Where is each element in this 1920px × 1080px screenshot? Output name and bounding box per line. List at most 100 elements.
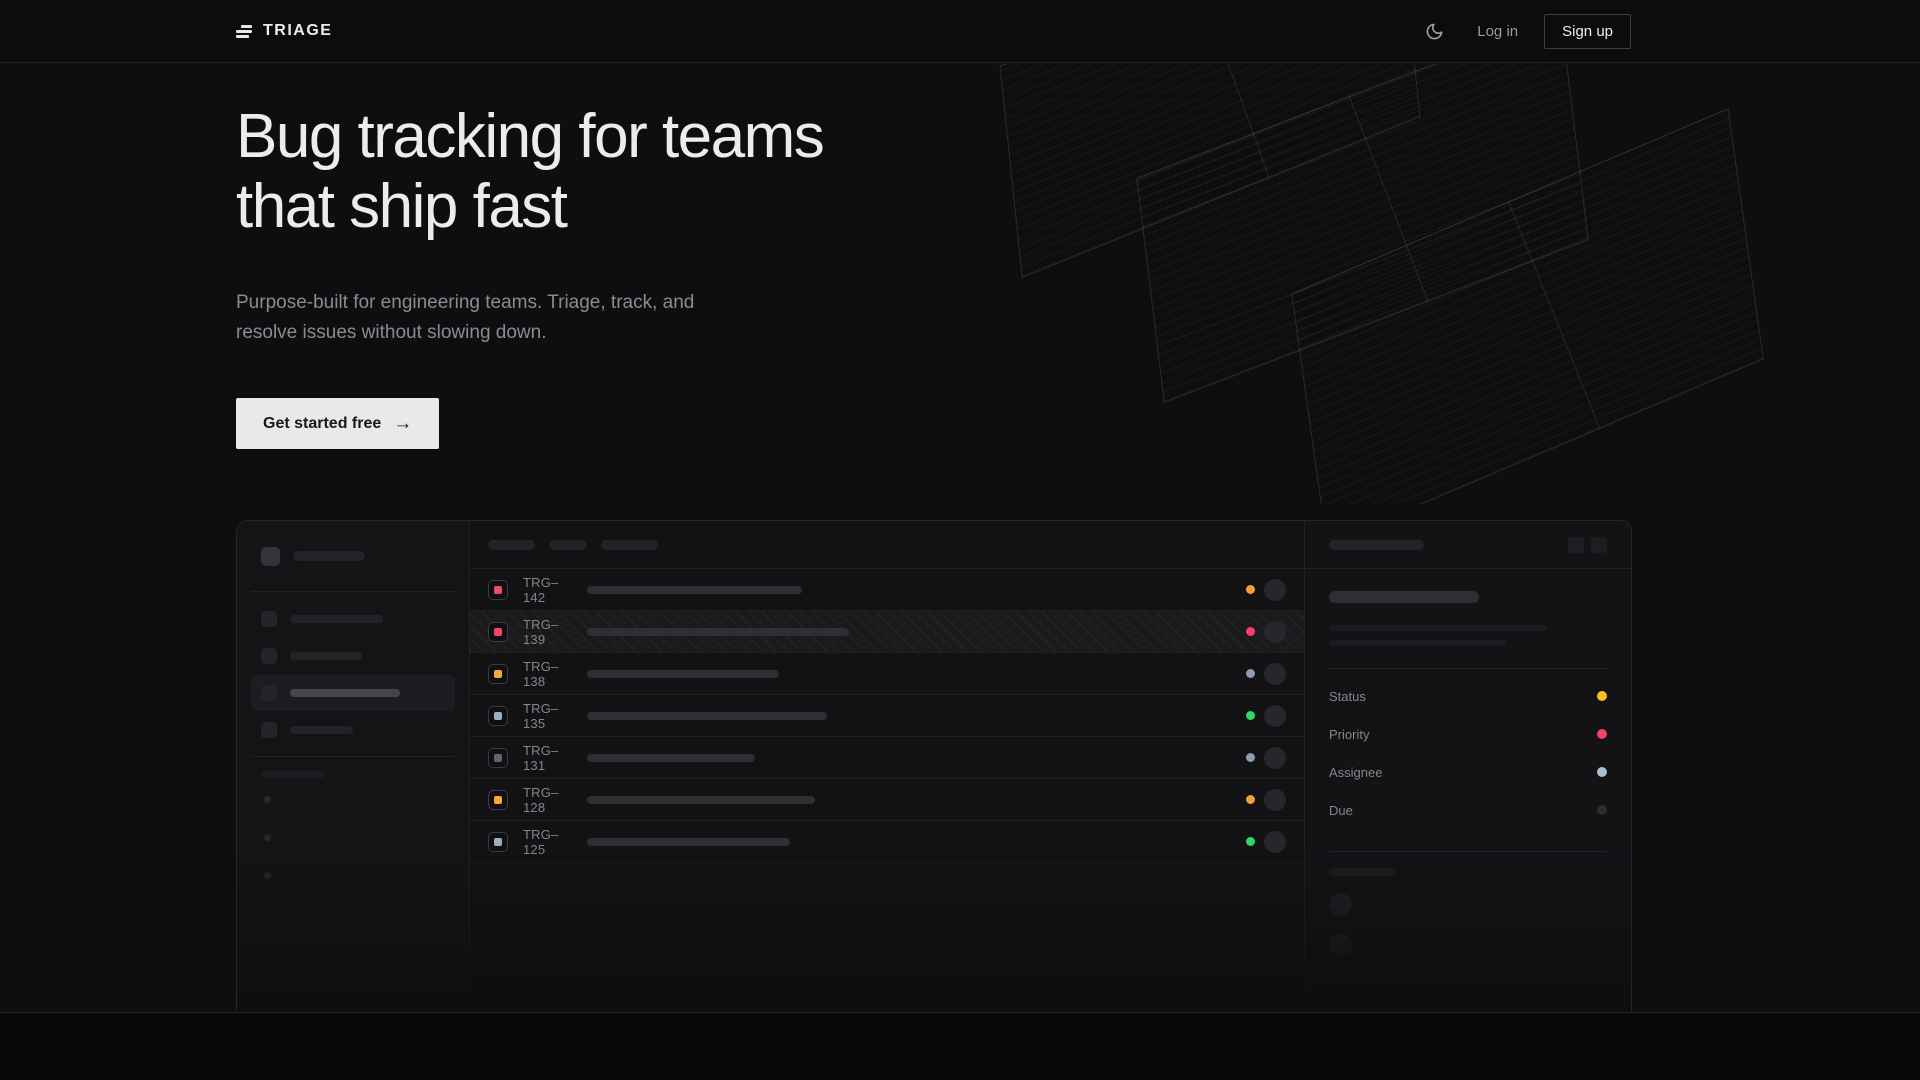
header-pill-skeleton [549, 540, 587, 550]
issue-id: TRG–135 [523, 701, 573, 731]
skeleton-bar [1329, 868, 1395, 876]
skeleton-bar [290, 689, 400, 697]
issue-row-meta [1246, 663, 1286, 685]
issue-title-skeleton [587, 796, 815, 804]
nav-actions: Log in Sign up [1417, 14, 1631, 49]
page-title: Bug tracking for teams that ship fast [236, 102, 823, 242]
sidebar-item-icon [261, 611, 277, 627]
field-label: Status [1329, 689, 1366, 704]
field-value-dot [1597, 729, 1607, 739]
issue-list: TRG–142 TRG–139 TRG–138 TRG–135 TRG–131 TRG–1… [470, 521, 1304, 1012]
field-value-dot [1597, 767, 1607, 777]
skeleton-bar [1329, 640, 1507, 646]
priority-dot [1246, 753, 1255, 762]
detail-field-row: Due [1329, 791, 1607, 829]
detail-panel-body: Status Priority Assignee Due [1305, 569, 1631, 956]
issue-status-icon [488, 664, 508, 684]
issue-row: TRG–138 [470, 653, 1304, 695]
detail-field-row: Assignee [1329, 753, 1607, 791]
assignee-avatar [1264, 705, 1286, 727]
issue-status-icon [488, 580, 508, 600]
top-nav: TRIAGE Log in Sign up [0, 0, 1920, 63]
sidebar-item-icon [261, 685, 277, 701]
comment-avatar [1329, 933, 1352, 956]
issue-row-meta [1246, 747, 1286, 769]
issue-row: TRG–142 [470, 569, 1304, 611]
page-footer [0, 1012, 1920, 1080]
issue-row-meta [1246, 621, 1286, 643]
issue-title-skeleton [587, 754, 755, 762]
skeleton-bar [1329, 540, 1424, 550]
field-value-dot [1597, 805, 1607, 815]
priority-dot [1246, 669, 1255, 678]
issue-row: TRG–131 [470, 737, 1304, 779]
issue-row: TRG–125 [470, 821, 1304, 863]
issue-title-skeleton [587, 628, 849, 636]
issue-status-icon [488, 790, 508, 810]
moon-icon[interactable] [1417, 14, 1451, 48]
cta-label: Get started free [263, 415, 381, 433]
sidebar-dot [264, 872, 271, 879]
nav-inner: TRIAGE Log in Sign up [236, 14, 1631, 49]
skeleton-bar [290, 652, 362, 660]
title-line-2: that ship fast [236, 172, 567, 241]
issue-id: TRG–142 [523, 575, 573, 605]
arrow-right-icon: → [393, 413, 412, 435]
assignee-avatar [1264, 789, 1286, 811]
assignee-avatar [1264, 621, 1286, 643]
skeleton-bar [1329, 625, 1547, 631]
issue-status-icon [488, 832, 508, 852]
brand-name: TRIAGE [263, 22, 332, 40]
issue-title-skeleton [587, 712, 827, 720]
header-pill-skeleton [601, 540, 658, 550]
issue-row-meta [1246, 579, 1286, 601]
issue-status-icon [488, 622, 508, 642]
issue-id: TRG–128 [523, 785, 573, 815]
triage-logo-icon [236, 23, 252, 39]
sidebar-dot [264, 834, 271, 841]
wireframe-ribbon [1291, 108, 1764, 504]
issue-id: TRG–125 [523, 827, 573, 857]
sidebar-item [251, 674, 455, 711]
issue-row-meta [1246, 789, 1286, 811]
assignee-avatar [1264, 663, 1286, 685]
app-mockup: TRG–142 TRG–139 TRG–138 TRG–135 TRG–131 TRG–1… [236, 520, 1632, 1013]
issue-row-meta [1246, 705, 1286, 727]
panel-header-buttons [1568, 537, 1607, 553]
get-started-button[interactable]: Get started free → [236, 398, 439, 449]
priority-dot [1246, 711, 1255, 720]
issue-row: TRG–128 [470, 779, 1304, 821]
sidebar-dot [264, 796, 271, 803]
header-pill-skeleton [488, 540, 535, 550]
title-line-1: Bug tracking for teams [236, 102, 823, 171]
sidebar-item [251, 711, 455, 748]
skeleton-bar [290, 726, 353, 734]
panel-square-icon [1568, 537, 1584, 553]
sidebar-item [251, 600, 455, 637]
detail-panel: Status Priority Assignee Due [1304, 521, 1631, 1012]
issue-row: TRG–139 [470, 611, 1304, 653]
field-label: Priority [1329, 727, 1369, 742]
sidebar-nav-items [251, 592, 455, 756]
wireframe-ribbon [1000, 64, 1421, 278]
field-label: Assignee [1329, 765, 1382, 780]
issue-id: TRG–131 [523, 743, 573, 773]
detail-field-row: Status [1329, 677, 1607, 715]
signup-button[interactable]: Sign up [1544, 14, 1631, 49]
sidebar-item [251, 637, 455, 674]
brand-logo[interactable]: TRIAGE [236, 22, 332, 40]
assignee-avatar [1264, 579, 1286, 601]
issue-row: TRG–135 [470, 695, 1304, 737]
assignee-avatar [1264, 831, 1286, 853]
issue-id: TRG–138 [523, 659, 573, 689]
workspace-row [251, 521, 455, 591]
issue-rows: TRG–142 TRG–139 TRG–138 TRG–135 TRG–131 TRG–1… [470, 569, 1304, 863]
login-link[interactable]: Log in [1477, 23, 1518, 40]
issue-title-skeleton [587, 586, 802, 594]
skeleton-bar [261, 771, 325, 778]
field-label: Due [1329, 803, 1353, 818]
issue-id: TRG–139 [523, 617, 573, 647]
assignee-avatar [1264, 747, 1286, 769]
issue-row-meta [1246, 831, 1286, 853]
comment-avatar [1329, 893, 1352, 916]
